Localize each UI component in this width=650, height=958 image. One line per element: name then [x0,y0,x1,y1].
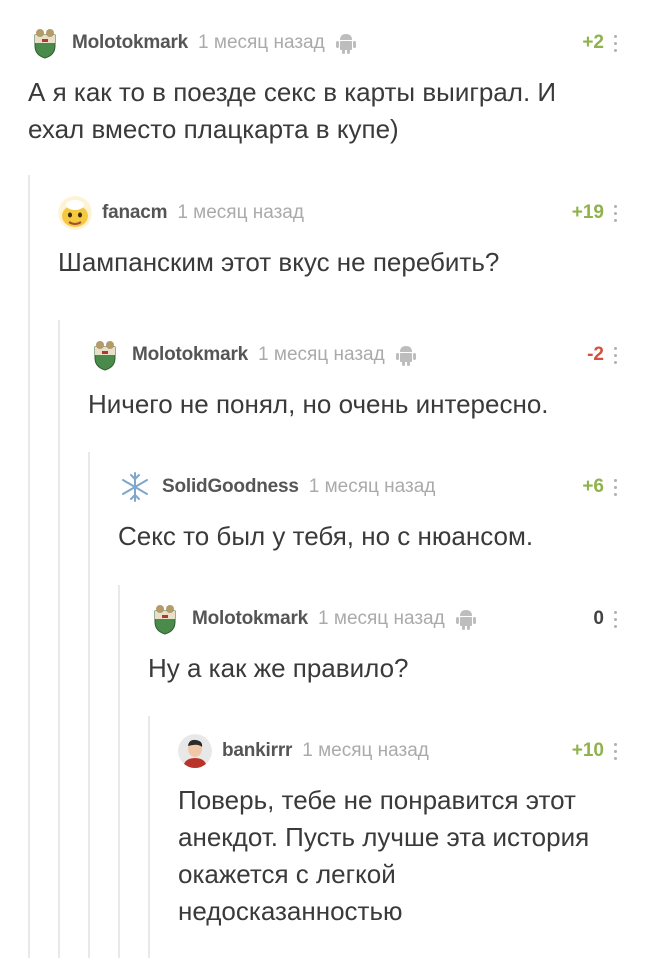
author-name[interactable]: Molotokmark [192,608,308,630]
comment: Molotokmark 1 месяц назад -2 Ничего не п… [88,338,618,423]
author-name[interactable]: Molotokmark [72,32,188,54]
more-options-icon[interactable] [614,478,618,496]
author-name[interactable]: Molotokmark [132,344,248,366]
cartoon-face-icon[interactable] [58,196,92,230]
android-icon [395,343,417,367]
comment-text: А я как то в поезде секс в карты выиграл… [28,77,557,144]
comment: fanacm 1 месяц назад +19 Шампанским этот… [58,196,618,281]
comment-time[interactable]: 1 месяц назад [177,202,304,224]
comment: Molotokmark 1 месяц назад +2 А я как то … [28,26,618,148]
more-options-icon[interactable] [614,34,618,52]
comment-header: Molotokmark 1 месяц назад -2 [88,338,618,372]
person-avatar-icon[interactable] [178,734,212,768]
android-icon [335,31,357,55]
comment-rating: 0 [593,608,604,629]
thread-line [148,716,150,958]
author-name[interactable]: SolidGoodness [162,476,299,498]
thread-line [28,175,30,958]
comment-rating: +19 [571,202,604,223]
thread-line [58,320,60,958]
comment-text: Шампанским этот вкус не перебить? [58,247,500,277]
more-options-icon[interactable] [614,742,618,760]
comment-header: SolidGoodness 1 месяц назад +6 [118,470,618,504]
author-name[interactable]: fanacm [102,202,168,224]
more-options-icon[interactable] [614,610,618,628]
comment-header: bankirrr 1 месяц назад +10 [178,734,618,768]
comment-header: fanacm 1 месяц назад +19 [58,196,618,230]
comment-time[interactable]: 1 месяц назад [309,476,436,498]
comment: SolidGoodness 1 месяц назад +6 Секс то б… [118,470,618,555]
comment-rating: +2 [582,32,604,53]
comment-text: Секс то был у тебя, но с нюансом. [118,521,534,551]
comment-text: Ничего не понял, но очень интересно. [88,389,549,419]
comment-header: Molotokmark 1 месяц назад 0 [148,602,618,636]
comment-time[interactable]: 1 месяц назад [318,608,445,630]
comment-rating: +10 [571,740,604,761]
comment: bankirrr 1 месяц назад +10 Поверь, тебе … [178,734,618,930]
comment-text: Ну а как же правило? [148,653,409,683]
comment-text: Поверь, тебе не понравится этот анекдот.… [178,785,590,926]
more-options-icon[interactable] [614,346,618,364]
more-options-icon[interactable] [614,204,618,222]
shield-crest-icon[interactable] [28,26,62,60]
thread-line [88,452,90,958]
comment: Molotokmark 1 месяц назад 0 Ну а как же … [148,602,618,687]
comment-rating: +6 [582,476,604,497]
comment-header: Molotokmark 1 месяц назад +2 [28,26,618,60]
comment-time[interactable]: 1 месяц назад [198,32,325,54]
comment-time[interactable]: 1 месяц назад [258,344,385,366]
author-name[interactable]: bankirrr [222,740,292,762]
shield-crest-icon[interactable] [148,602,182,636]
shield-crest-icon[interactable] [88,338,122,372]
comment-time[interactable]: 1 месяц назад [302,740,429,762]
comment-rating: -2 [587,344,604,365]
thread-line [118,585,120,958]
snowflake-icon[interactable] [118,470,152,504]
android-icon [455,607,477,631]
